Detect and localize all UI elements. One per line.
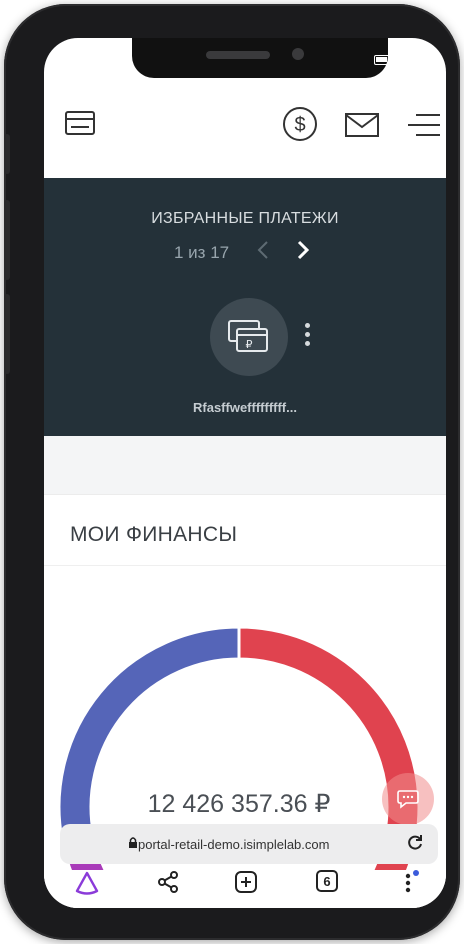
svg-text:₽: ₽ <box>246 338 253 351</box>
finances-title: МОИ ФИНАНСЫ <box>70 523 238 546</box>
prev-arrow-icon[interactable] <box>257 240 269 265</box>
chat-icon <box>397 790 419 809</box>
url-text: portal-retail-demo.isimplelab.com <box>138 836 330 852</box>
favorites-pager: 1 из 17 <box>174 240 310 265</box>
camera <box>292 48 304 60</box>
section-gap <box>44 436 446 494</box>
svg-text:$: $ <box>294 114 305 136</box>
chat-button[interactable] <box>382 773 434 825</box>
notification-dot <box>413 870 419 876</box>
alice-assistant-icon[interactable] <box>74 870 100 896</box>
app-header: $ <box>44 78 446 178</box>
dollar-icon[interactable]: $ <box>282 106 318 142</box>
favorite-payments-panel: ИЗБРАННЫЕ ПЛАТЕЖИ 1 из 17 ₽ Rfasffweffff… <box>44 178 446 436</box>
share-icon[interactable] <box>156 870 180 894</box>
tab-count: 6 <box>316 870 338 892</box>
screen: 12:25 $ ИЗБРАННЫЕ ПЛАТЕЖИ 1 из 17 ₽ Rfas… <box>44 38 446 908</box>
tabs-button[interactable]: 6 <box>316 870 338 892</box>
favorites-title: ИЗБРАННЫЕ ПЛАТЕЖИ <box>151 210 339 227</box>
page-indicator: 1 из 17 <box>174 242 230 262</box>
browser-menu-icon[interactable] <box>400 870 420 896</box>
address-bar[interactable]: portal-retail-demo.isimplelab.com <box>60 824 438 864</box>
new-tab-icon[interactable] <box>234 870 258 894</box>
reload-icon[interactable] <box>406 834 424 855</box>
browser-bottom-bar: 6 <box>44 870 446 908</box>
volume-down-button <box>4 294 10 374</box>
menu-icon[interactable] <box>406 112 442 138</box>
payment-name: Rfasffwefffffffff... <box>193 400 297 415</box>
mute-switch <box>4 134 10 174</box>
battery-icon <box>374 54 393 65</box>
next-arrow-icon[interactable] <box>297 240 310 265</box>
status-time: 12:25 <box>397 52 430 67</box>
phone-frame: 12:25 $ ИЗБРАННЫЕ ПЛАТЕЖИ 1 из 17 ₽ Rfas… <box>4 4 460 940</box>
lock-icon <box>128 836 138 852</box>
card-icon[interactable] <box>64 110 96 136</box>
volume-up-button <box>4 200 10 280</box>
donut-slice-0[interactable] <box>237 625 421 908</box>
ruble-card-icon: ₽ <box>228 320 268 352</box>
divider <box>44 565 446 566</box>
payment-item-button[interactable]: ₽ <box>210 298 288 376</box>
status-bar: 12:25 <box>374 52 430 67</box>
payment-options-icon[interactable] <box>305 323 310 346</box>
notch <box>132 38 388 78</box>
mail-icon[interactable] <box>344 112 380 138</box>
speaker <box>206 51 270 59</box>
finances-total: 12 426 357.36 ₽ <box>147 790 331 818</box>
